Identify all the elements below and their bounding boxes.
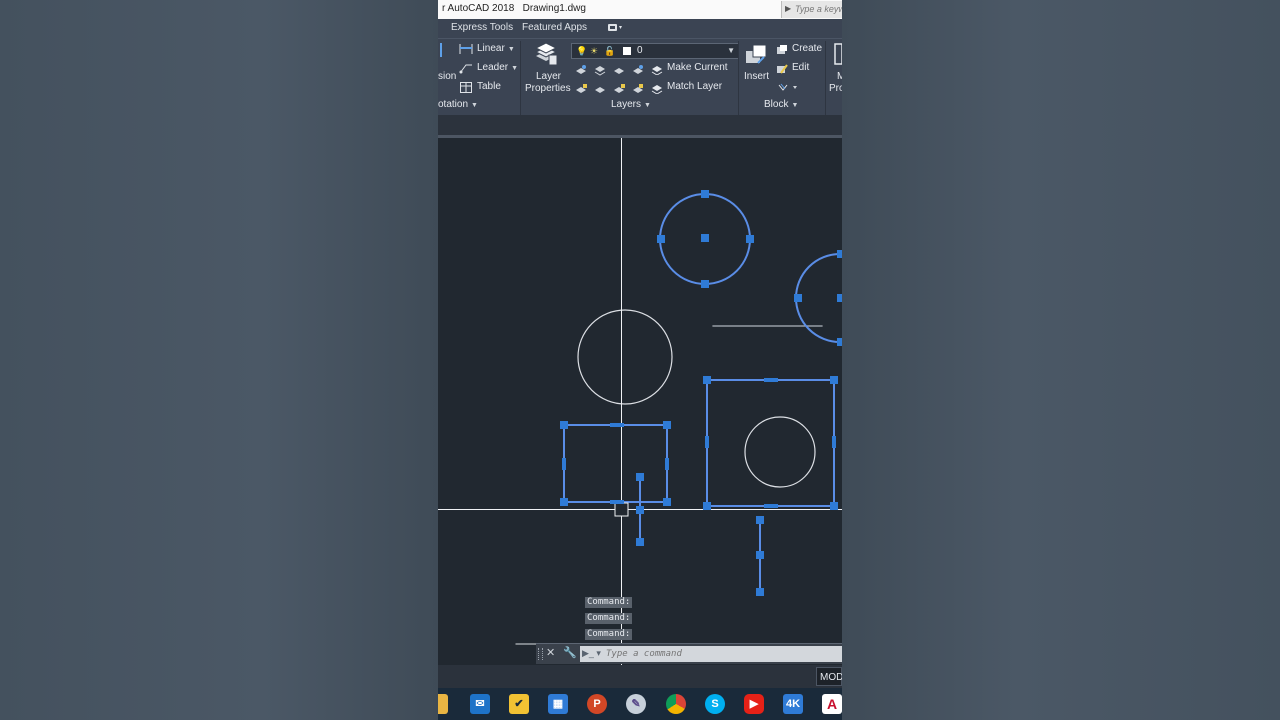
command-history-line: Command: <box>585 613 633 624</box>
autocad-icon[interactable]: A <box>822 694 842 714</box>
create-block-icon <box>777 45 787 54</box>
chrome-icon[interactable] <box>666 694 686 714</box>
command-prompt-icon[interactable]: ▶_ ▾ <box>582 648 601 659</box>
annotation-footer-label: otation <box>438 99 469 110</box>
lightbulb-icon[interactable]: 💡 <box>576 46 587 57</box>
search-placeholder: Type a keyword <box>795 4 842 14</box>
background-left <box>0 0 438 720</box>
layer-properties-label-1[interactable]: Layer <box>536 71 561 82</box>
rect-selected-large[interactable] <box>706 379 835 507</box>
powerpoint-icon[interactable]: P <box>587 694 607 714</box>
layer-properties-icon[interactable] <box>534 42 558 66</box>
layer-tools-row-1[interactable] <box>575 64 651 76</box>
match-properties-icon[interactable] <box>834 43 842 65</box>
partial-panel-label-2[interactable]: Pro <box>829 83 842 94</box>
annotation-panel-title[interactable]: otation ▼ <box>438 99 478 115</box>
current-layer-name: 0 <box>637 45 643 56</box>
file-explorer-icon[interactable] <box>438 694 448 714</box>
video-app-icon[interactable]: 4K <box>783 694 803 714</box>
rect-selected-small[interactable] <box>563 424 668 503</box>
leader-icon <box>459 64 472 74</box>
tasks-icon[interactable]: ✔ <box>509 694 529 714</box>
wrench-icon[interactable]: 🔧 <box>563 646 577 659</box>
command-input[interactable] <box>606 647 836 660</box>
store-icon[interactable]: ▦ <box>548 694 568 714</box>
command-prompt[interactable]: ▶_ ▾ <box>580 646 842 662</box>
drawing-svg[interactable] <box>438 138 842 665</box>
lock-icon[interactable]: 🔓 <box>604 46 615 57</box>
chevron-down-icon: ▼ <box>727 46 735 55</box>
status-bar: MOD <box>438 665 842 688</box>
leader-label: Leader <box>477 62 509 73</box>
layers-footer-label: Layers <box>611 99 642 110</box>
file-tab-strip <box>438 115 842 135</box>
grip-points[interactable] <box>560 190 842 596</box>
mail-icon[interactable]: ✉ <box>470 694 490 714</box>
window-title: r AutoCAD 2018 Drawing1.dwg <box>442 3 586 14</box>
partial-panel-label-1[interactable]: M <box>837 71 842 82</box>
chevron-down-icon: ▼ <box>511 65 519 72</box>
tab-featured-apps[interactable]: Featured Apps <box>522 22 587 33</box>
edit-block-icon <box>777 64 788 74</box>
chevron-down-icon: ▼ <box>471 102 478 109</box>
circle-unselected[interactable] <box>577 309 673 405</box>
block-attribute-icon[interactable] <box>778 83 800 93</box>
ribbon-toggle-icon[interactable] <box>608 23 622 32</box>
autocad-window: r AutoCAD 2018 Drawing1.dwg ▶ Type a key… <box>438 0 842 720</box>
linear-dim-icon <box>459 44 473 54</box>
layers-panel-title[interactable]: Layers ▼ <box>611 99 651 115</box>
circle-selected-right[interactable] <box>795 253 842 343</box>
panel-separator <box>738 41 739 115</box>
layer-properties-label-2[interactable]: Properties <box>525 83 571 94</box>
background-right <box>842 0 1280 720</box>
block-panel-title[interactable]: Block ▼ <box>764 99 798 115</box>
title-bar: r AutoCAD 2018 Drawing1.dwg ▶ Type a key… <box>438 0 842 19</box>
drag-handle[interactable] <box>538 648 543 660</box>
chevron-down-icon: ▼ <box>507 46 515 53</box>
skype-icon[interactable]: S <box>705 694 725 714</box>
make-current-icon <box>651 66 663 75</box>
make-current-button[interactable]: Make Current <box>667 62 728 73</box>
insert-block-icon[interactable] <box>744 43 768 67</box>
insert-button-label[interactable]: Insert <box>744 71 769 82</box>
ribbon-panel: sion Linear ▼ Leader ▼ Table otation ▼ Laye… <box>438 38 842 116</box>
command-history-line: Command: <box>585 629 633 640</box>
panel-separator <box>520 41 521 115</box>
windows-taskbar: ✉ ✔ ▦ P ✎ S ▶ 4K A <box>438 688 842 720</box>
match-layer-button[interactable]: Match Layer <box>667 81 722 92</box>
model-tab[interactable]: MOD <box>816 667 842 686</box>
linear-label: Linear <box>477 43 505 54</box>
circle-inner[interactable] <box>744 416 816 488</box>
drawing-canvas[interactable]: Command: Command: Command: <box>438 138 842 665</box>
selection-set[interactable] <box>563 193 842 593</box>
dimension-icon[interactable] <box>438 43 446 57</box>
layer-tools-row-2[interactable] <box>575 83 651 95</box>
linear-button[interactable]: Linear ▼ <box>477 43 515 54</box>
ribbon-tab-bar: Express Tools Featured Apps <box>438 19 842 38</box>
close-icon[interactable]: ✕ <box>546 646 555 659</box>
table-button[interactable]: Table <box>477 81 501 92</box>
chevron-down-icon: ▼ <box>644 102 651 109</box>
paint-icon[interactable]: ✎ <box>626 694 646 714</box>
block-footer-label: Block <box>764 99 789 110</box>
search-arrow-icon[interactable]: ▶ <box>785 4 791 13</box>
leader-button[interactable]: Leader ▼ <box>477 62 518 73</box>
command-history-line: Command: <box>585 597 633 608</box>
layer-dropdown[interactable]: 💡 ☀ 🔓 0 ▼ <box>571 43 739 59</box>
sun-icon[interactable]: ☀ <box>590 46 598 57</box>
command-line-bar: ✕ 🔧 ▶_ ▾ <box>536 643 842 664</box>
youtube-icon[interactable]: ▶ <box>744 694 764 714</box>
table-icon <box>460 82 472 93</box>
layer-color-swatch <box>623 47 631 55</box>
panel-separator <box>825 41 826 115</box>
edit-block-button[interactable]: Edit <box>792 62 809 73</box>
create-block-button[interactable]: Create <box>792 43 822 54</box>
match-layer-icon <box>651 85 663 94</box>
search-box[interactable]: ▶ Type a keyword <box>781 1 842 18</box>
chevron-down-icon: ▼ <box>791 102 799 109</box>
dimension-partial-label[interactable]: sion <box>438 71 456 82</box>
tab-express-tools[interactable]: Express Tools <box>451 22 513 33</box>
